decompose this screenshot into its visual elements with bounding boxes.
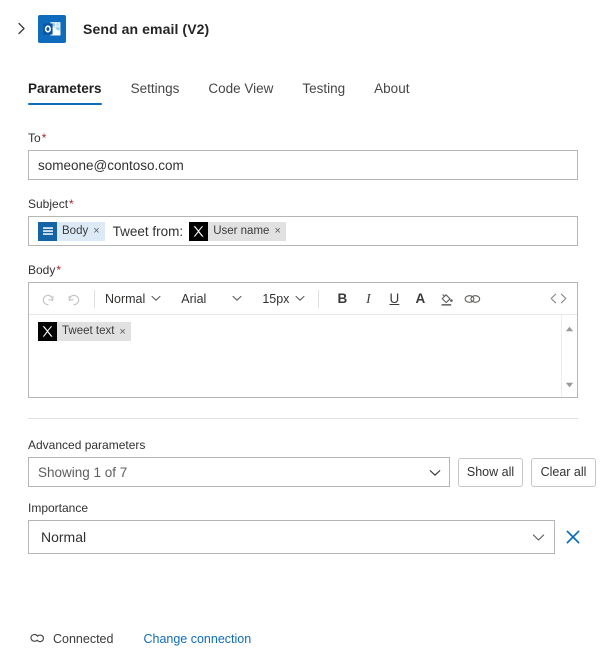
editor-scrollbar[interactable] <box>561 315 577 397</box>
font-family-dropdown[interactable]: Arial <box>178 292 245 306</box>
body-label-text: Body <box>28 263 56 277</box>
advanced-parameters-dropdown[interactable]: Showing 1 of 7 <box>28 457 450 487</box>
underline-button[interactable]: U <box>381 286 407 312</box>
dynamic-content-list-icon <box>38 221 57 241</box>
subject-label: Subject* <box>28 197 578 211</box>
tab-parameters[interactable]: Parameters <box>28 81 102 105</box>
subject-static-text: Tweet from: <box>112 223 184 239</box>
tab-testing[interactable]: Testing <box>302 81 345 105</box>
font-family-value: Arial <box>181 291 207 306</box>
subject-input[interactable]: Body × Tweet from: User name × <box>28 216 578 246</box>
chevron-down-icon <box>429 465 441 480</box>
font-color-button[interactable]: A <box>407 286 433 312</box>
highlight-icon[interactable] <box>433 286 459 312</box>
connection-status: Connected <box>53 632 114 646</box>
connector-parameters-card: Send an email (V2) Parameters Settings C… <box>0 0 606 664</box>
importance-value: Normal <box>41 529 87 545</box>
field-subject: Subject* Body × Tweet from: User name × <box>28 197 578 246</box>
importance-dropdown[interactable]: Normal <box>28 520 555 554</box>
link-icon[interactable] <box>459 286 485 312</box>
to-label: To* <box>28 131 578 145</box>
advanced-parameters-label: Advanced parameters <box>28 438 146 452</box>
font-size-value: 15px <box>262 291 290 306</box>
editor-content-area[interactable]: Tweet text × <box>29 315 577 397</box>
advanced-parameters-value: Showing 1 of 7 <box>38 464 128 480</box>
required-asterisk: * <box>56 263 62 277</box>
editor-toolbar: Normal Arial 15px B I U A <box>29 283 577 315</box>
field-to: To* someone@contoso.com <box>28 131 578 180</box>
italic-button[interactable]: I <box>355 286 381 312</box>
token-body-label: Body <box>62 224 89 237</box>
code-view-icon[interactable] <box>545 286 571 312</box>
token-body[interactable]: Body × <box>38 221 105 241</box>
page-title: Send an email (V2) <box>83 20 210 37</box>
tab-settings[interactable]: Settings <box>131 81 180 105</box>
to-input[interactable]: someone@contoso.com <box>28 150 578 180</box>
card-header: Send an email (V2) <box>0 0 606 44</box>
link-connected-icon <box>28 631 46 647</box>
redo-icon[interactable] <box>61 286 87 312</box>
remove-importance-icon[interactable] <box>564 526 582 548</box>
chevron-down-icon <box>232 295 242 302</box>
font-size-dropdown[interactable]: 15px <box>259 292 308 306</box>
chevron-down-icon <box>295 295 305 302</box>
toolbar-separator <box>318 289 320 308</box>
to-label-text: To <box>28 131 41 145</box>
importance-row: Normal <box>28 520 580 554</box>
field-body: Body* Normal Arial 15px B I U A Tweet te… <box>28 263 578 398</box>
chevron-down-icon <box>532 529 545 545</box>
chevron-right-icon[interactable] <box>8 16 34 42</box>
token-user-remove-icon[interactable]: × <box>274 225 285 237</box>
tab-bar: Parameters Settings Code View Testing Ab… <box>0 75 606 105</box>
to-value: someone@contoso.com <box>38 157 184 173</box>
tab-about[interactable]: About <box>374 81 409 105</box>
connection-footer: Connected Change connection <box>28 631 251 647</box>
x-twitter-icon <box>38 322 57 341</box>
body-label: Body* <box>28 263 578 277</box>
advanced-parameters-row: Showing 1 of 7 Show all Clear all <box>28 457 596 487</box>
toolbar-separator <box>94 289 95 308</box>
token-user-name[interactable]: User name × <box>189 221 286 241</box>
scroll-up-icon[interactable] <box>565 319 574 337</box>
required-asterisk: * <box>69 197 74 211</box>
subject-label-text: Subject <box>28 197 69 211</box>
section-divider <box>28 418 578 419</box>
chevron-down-icon <box>151 295 161 302</box>
show-all-button[interactable]: Show all <box>458 457 523 487</box>
tab-code-view[interactable]: Code View <box>208 81 273 105</box>
importance-label: Importance <box>28 501 89 515</box>
x-twitter-icon <box>189 221 209 241</box>
rich-text-editor: Normal Arial 15px B I U A Tweet text × <box>28 282 578 398</box>
subject-token-row: Body × Tweet from: User name × <box>38 221 286 241</box>
paragraph-style-value: Normal <box>105 291 146 306</box>
token-tweet-text[interactable]: Tweet text × <box>38 322 131 341</box>
bold-button[interactable]: B <box>329 286 355 312</box>
clear-all-button[interactable]: Clear all <box>531 457 596 487</box>
paragraph-style-dropdown[interactable]: Normal <box>102 292 164 306</box>
change-connection-link[interactable]: Change connection <box>143 632 251 646</box>
advanced-parameters-section: Advanced parameters Showing 1 of 7 Show … <box>0 438 606 554</box>
scroll-down-icon[interactable] <box>565 375 574 393</box>
token-tweet-remove-icon[interactable]: × <box>119 326 130 338</box>
required-asterisk: * <box>41 131 47 145</box>
token-user-label: User name <box>213 224 270 237</box>
token-body-remove-icon[interactable]: × <box>93 225 104 237</box>
undo-icon[interactable] <box>35 286 61 312</box>
parameters-form: To* someone@contoso.com Subject* Body × … <box>0 131 606 398</box>
outlook-icon <box>38 14 66 43</box>
token-tweet-label: Tweet text <box>62 325 115 337</box>
